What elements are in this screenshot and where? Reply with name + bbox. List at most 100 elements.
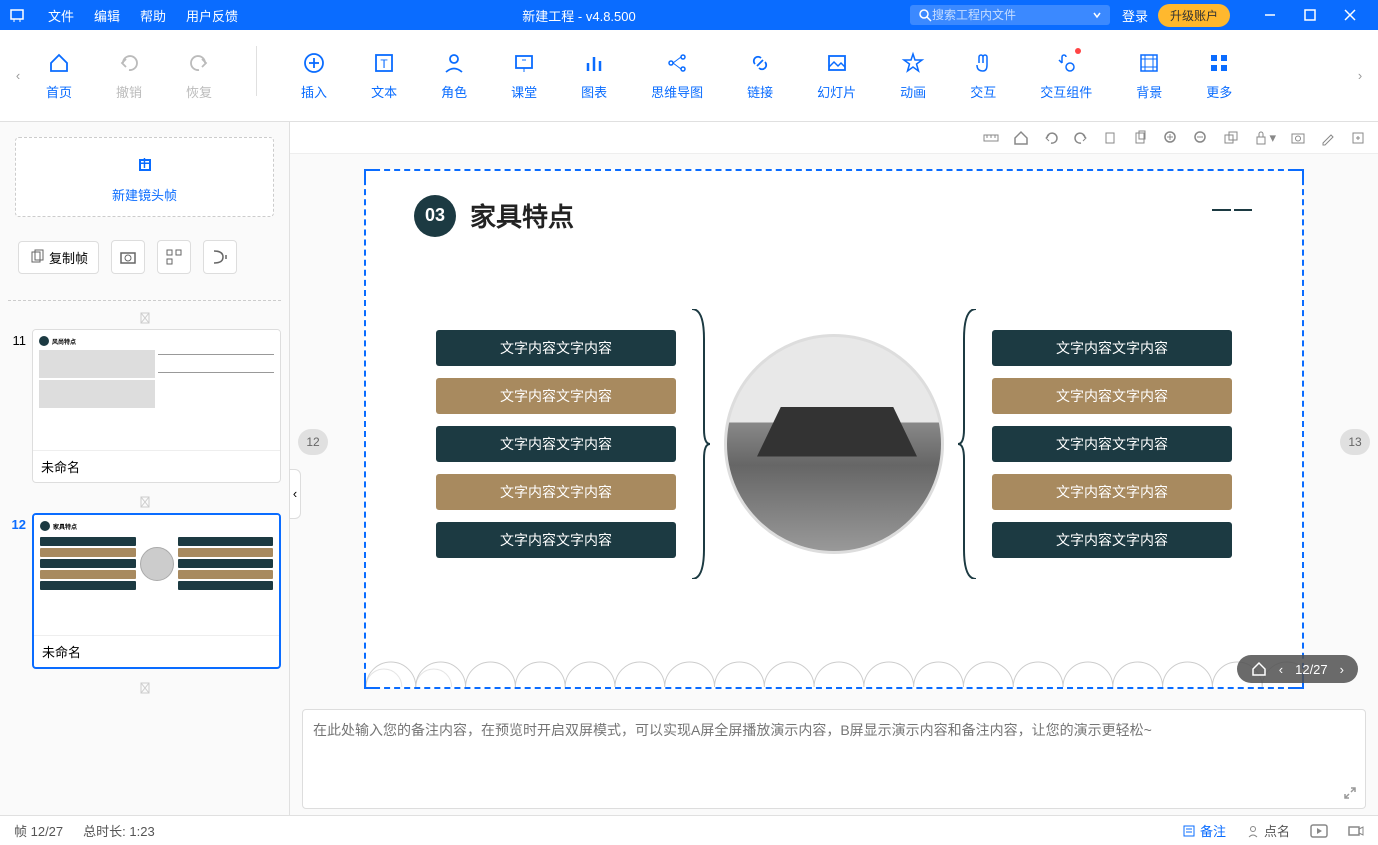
sidebar-toolbar: 复制帧 — [0, 232, 289, 282]
nav-home-icon[interactable] — [1251, 661, 1267, 677]
expand-notes-icon[interactable] — [1343, 786, 1357, 800]
slide-frame[interactable]: 03 家具特点 文字内容文字内容 文字内容文字内容 文字内容文字内容 文字内容文… — [364, 169, 1304, 689]
right-column: 文字内容文字内容 文字内容文字内容 文字内容文字内容 文字内容文字内容 文字内容… — [992, 330, 1232, 558]
sidebar-collapse-button[interactable]: ‹ — [289, 469, 301, 519]
slide-name: 未命名 — [33, 450, 280, 482]
camera-icon — [119, 248, 137, 266]
path-icon — [211, 248, 229, 266]
rotate-left-icon[interactable] — [1043, 130, 1059, 146]
content-box: 文字内容文字内容 — [436, 330, 676, 366]
content-box: 文字内容文字内容 — [436, 522, 676, 558]
export-icon[interactable] — [1350, 130, 1366, 146]
pattern-icon — [1136, 50, 1162, 76]
title-bar: 文件 编辑 帮助 用户反馈 新建工程 - v4.8.500 登录 升级账户 — [0, 0, 1378, 30]
brace-left-icon — [690, 309, 710, 579]
ribbon-slideshow[interactable]: 幻灯片 — [809, 46, 864, 105]
login-link[interactable]: 登录 — [1122, 6, 1148, 25]
ruler-icon[interactable] — [983, 130, 999, 146]
ribbon-scroll-left[interactable]: ‹ — [8, 30, 28, 121]
ribbon-insert[interactable]: 插入 — [293, 46, 335, 105]
ribbon-scroll-right[interactable]: › — [1350, 30, 1370, 121]
ribbon-components[interactable]: 交互组件 — [1032, 46, 1100, 105]
nav-next-icon[interactable]: › — [1340, 662, 1344, 677]
ribbon-background[interactable]: 背景 — [1128, 46, 1170, 105]
menu-help[interactable]: 帮助 — [130, 6, 176, 25]
present-button[interactable] — [1310, 824, 1328, 838]
ribbon-redo[interactable]: 恢复 — [178, 46, 220, 105]
next-slide-pill[interactable]: 13 — [1340, 429, 1370, 455]
edit-tool-icon[interactable] — [1320, 130, 1336, 146]
text-icon: T — [371, 50, 397, 76]
record-button[interactable] — [1348, 824, 1364, 838]
copy-frame-button[interactable]: 复制帧 — [18, 241, 99, 274]
snapshot-icon[interactable] — [1290, 130, 1306, 146]
rotate-right-icon[interactable] — [1073, 130, 1089, 146]
ribbon-undo[interactable]: 撤销 — [108, 46, 150, 105]
menu-file[interactable]: 文件 — [38, 6, 84, 25]
slides-list[interactable]: 11 风尚特点 未命名 12 家具特点 未命名 — [0, 282, 289, 815]
path-button[interactable] — [203, 240, 237, 274]
ribbon-interact[interactable]: 交互 — [962, 46, 1004, 105]
record-icon — [1348, 824, 1364, 838]
ribbon-more[interactable]: 更多 — [1198, 46, 1240, 105]
search-input[interactable] — [932, 8, 1092, 22]
timer-icon — [8, 491, 281, 513]
person-icon — [441, 50, 467, 76]
floating-nav: ‹ 12/27 › — [1237, 655, 1358, 683]
camera-button[interactable] — [111, 240, 145, 274]
qr-button[interactable] — [157, 240, 191, 274]
lock-icon[interactable]: ▾ — [1253, 130, 1276, 146]
ribbon-chart[interactable]: 图表 — [573, 46, 615, 105]
ribbon-animation[interactable]: 动画 — [892, 46, 934, 105]
wave-decoration — [366, 637, 1302, 687]
close-button[interactable] — [1330, 0, 1370, 30]
notes-panel[interactable] — [302, 709, 1366, 809]
canvas-toolbar: ▾ — [290, 122, 1378, 154]
upgrade-button[interactable]: 升级账户 — [1158, 4, 1230, 27]
duration-label: 总时长: 1:23 — [83, 821, 155, 840]
nav-prev-icon[interactable]: ‹ — [1279, 662, 1283, 677]
ribbon-role[interactable]: 角色 — [433, 46, 475, 105]
ribbon-home[interactable]: 首页 — [38, 46, 80, 105]
ribbon-toolbar: ‹ 首页 撤销 恢复 插入 T文本 角色 课堂 图表 思维导图 链接 幻灯片 动… — [0, 30, 1378, 122]
notes-input[interactable] — [313, 720, 1355, 798]
star-icon — [900, 50, 926, 76]
search-box[interactable] — [910, 5, 1110, 25]
ribbon-mindmap[interactable]: 思维导图 — [643, 46, 711, 105]
status-bar: 帧 12/27 总时长: 1:23 备注 点名 — [0, 815, 1378, 845]
maximize-button[interactable] — [1290, 0, 1330, 30]
chart-icon — [581, 50, 607, 76]
menu-edit[interactable]: 编辑 — [84, 6, 130, 25]
paste-tool-icon[interactable] — [1133, 130, 1149, 146]
roll-call-button[interactable]: 点名 — [1246, 821, 1290, 840]
timer-icon — [8, 677, 281, 699]
new-frame-button[interactable]: + 新建镜头帧 — [15, 137, 274, 217]
board-icon — [511, 50, 537, 76]
play-icon — [1310, 824, 1328, 838]
notes-toggle[interactable]: 备注 — [1182, 821, 1226, 840]
canvas-view[interactable]: 12 13 03 家具特点 文字内容文字内容 文字内容文字内容 文字内容文字内容 — [290, 154, 1378, 703]
grid-icon — [1206, 50, 1232, 76]
search-icon — [918, 8, 932, 22]
zoom-in-icon[interactable] — [1163, 130, 1179, 146]
slide-entry-12[interactable]: 12 家具特点 未命名 — [8, 513, 281, 669]
redo-icon — [186, 50, 212, 76]
minimize-button[interactable] — [1250, 0, 1290, 30]
slide-title-text: 家具特点 — [470, 197, 574, 234]
plus-icon: + — [139, 153, 151, 176]
app-logo-icon — [8, 6, 26, 24]
page-indicator: 12/27 — [1295, 662, 1328, 677]
ribbon-classroom[interactable]: 课堂 — [503, 46, 545, 105]
notes-icon — [1182, 824, 1196, 838]
menu-feedback[interactable]: 用户反馈 — [176, 6, 248, 25]
prev-slide-pill[interactable]: 12 — [298, 429, 328, 455]
slide-entry-11[interactable]: 11 风尚特点 未命名 — [8, 329, 281, 483]
copy-tool-icon[interactable] — [1103, 130, 1119, 146]
chevron-down-icon[interactable] — [1092, 10, 1102, 20]
home-view-icon[interactable] — [1013, 130, 1029, 146]
layers-icon[interactable] — [1223, 130, 1239, 146]
content-box: 文字内容文字内容 — [436, 474, 676, 510]
ribbon-link[interactable]: 链接 — [739, 46, 781, 105]
zoom-out-icon[interactable] — [1193, 130, 1209, 146]
ribbon-text[interactable]: T文本 — [363, 46, 405, 105]
